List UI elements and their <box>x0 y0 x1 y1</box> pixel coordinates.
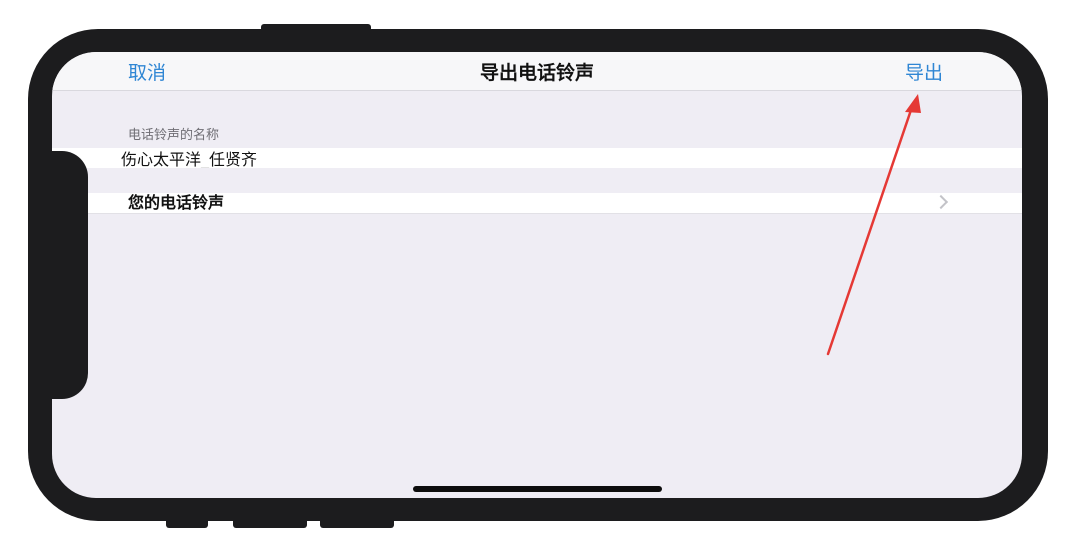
export-button[interactable]: 导出 <box>905 58 943 85</box>
ringtone-name-field[interactable] <box>121 148 821 168</box>
screenshot-stage: 取消 导出电话铃声 导出 电话铃声的名称 您的电话铃声 <box>0 0 1080 557</box>
home-indicator[interactable] <box>413 486 662 492</box>
your-ringtones-label: 您的电话铃声 <box>128 193 225 212</box>
chevron-right-icon <box>933 194 949 210</box>
your-ringtones-row[interactable]: 您的电话铃声 <box>52 193 1022 214</box>
page-title: 导出电话铃声 <box>479 62 594 84</box>
navigation-bar: 取消 导出电话铃声 导出 <box>52 52 1022 91</box>
ringtone-name-row <box>52 148 1022 168</box>
ringtone-name-header: 电话铃声的名称 <box>128 128 220 143</box>
phone-screen: 取消 导出电话铃声 导出 电话铃声的名称 您的电话铃声 <box>52 52 1022 498</box>
phone-notch <box>28 151 88 399</box>
